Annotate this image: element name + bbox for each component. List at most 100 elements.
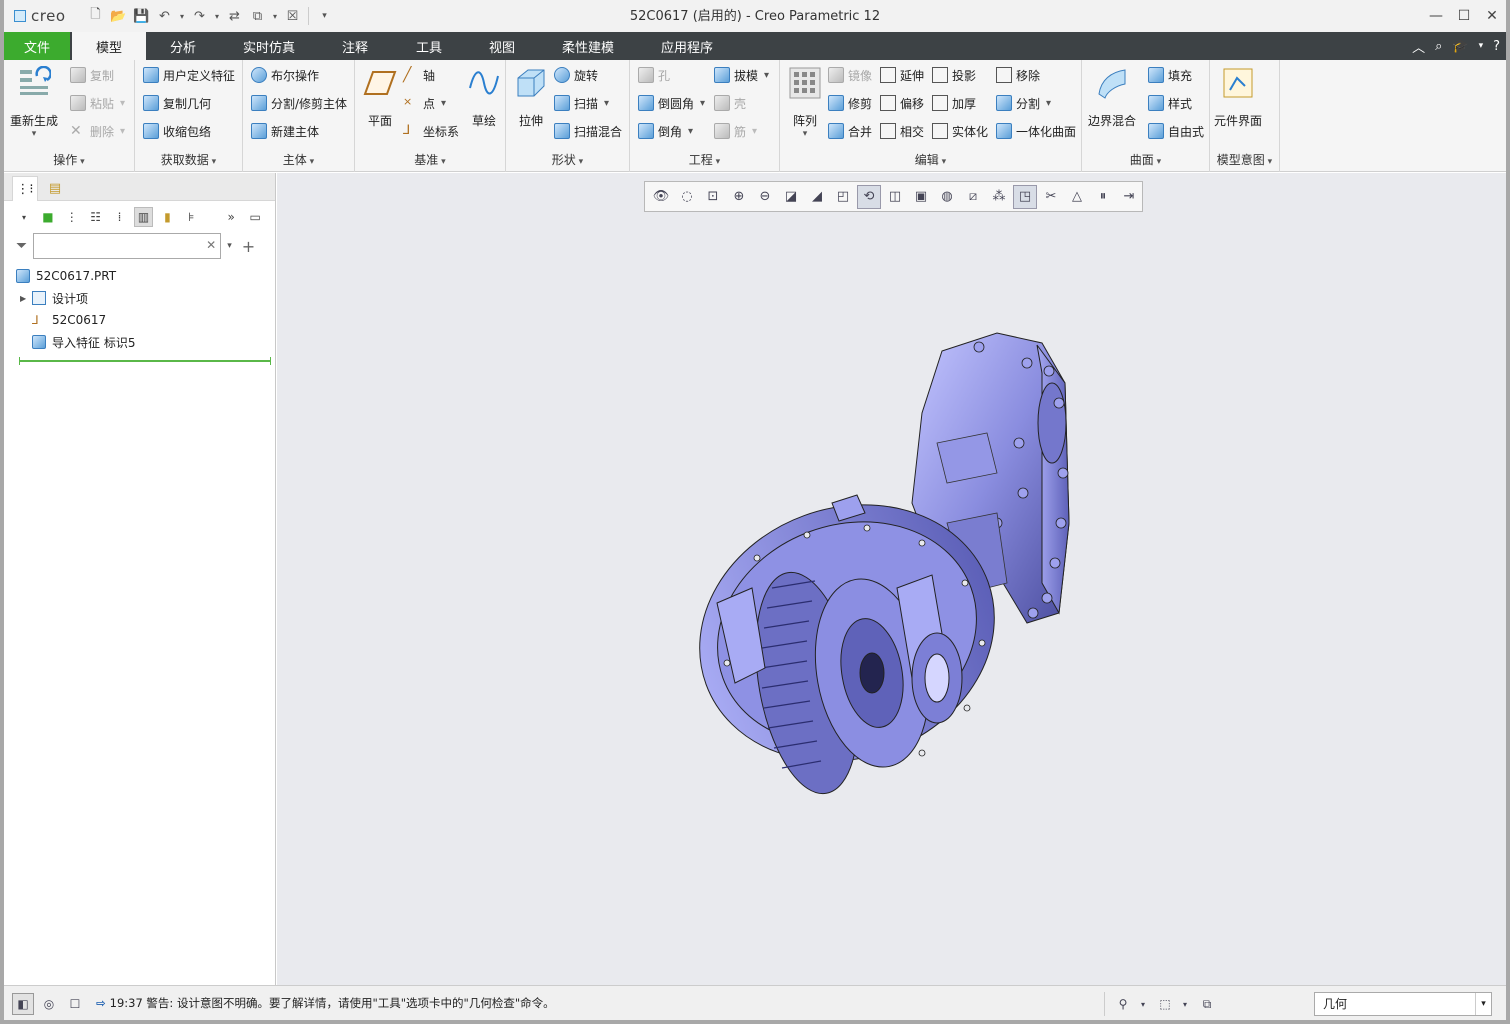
tree-item-import-feature[interactable]: 导入特征 标识5 [16, 331, 271, 353]
split-button[interactable]: 分割 [996, 92, 1051, 114]
tree-item-csys[interactable]: ⅃ 52C0617 [16, 309, 271, 331]
display-style-eye-icon[interactable]: 👁 [649, 185, 673, 209]
group-label-model-intent[interactable]: 模型意图 [1210, 151, 1279, 168]
style-button[interactable]: 样式 [1148, 92, 1192, 114]
offset-button[interactable]: 偏移 [880, 92, 924, 114]
windows-dropdown-icon[interactable]: ▾ [271, 7, 279, 26]
regenerate-dropdown-icon[interactable]: ▾ [32, 129, 37, 139]
customize-qat-icon[interactable]: ▾ [315, 7, 334, 26]
insert-here-indicator[interactable] [19, 357, 271, 365]
more-icon[interactable]: ⋮ [62, 207, 82, 227]
toggle-navigator-icon[interactable]: ◧ [12, 993, 34, 1015]
layers-icon[interactable]: ▮ [157, 207, 177, 227]
rib-button[interactable]: 筋 [714, 120, 757, 142]
chamfer-button[interactable]: 倒角 [638, 120, 693, 142]
tab-analysis[interactable]: 分析 [146, 32, 220, 60]
project-button[interactable]: 投影 [932, 64, 976, 86]
round-button[interactable]: 倒圆角 [638, 92, 705, 114]
group-label-operations[interactable]: 操作 [4, 151, 134, 168]
tree-filter-icon[interactable]: ☷ [86, 207, 106, 227]
selection-filter-select[interactable]: 几何 ▾ [1314, 992, 1492, 1016]
section-icon[interactable]: ▣ [909, 185, 933, 209]
appearance-icon[interactable]: △ [1065, 185, 1089, 209]
tab-model[interactable]: 模型 [72, 32, 146, 60]
pause-icon[interactable]: ⏸ [1091, 185, 1115, 209]
user-defined-feature-button[interactable]: 用户定义特征 [143, 64, 235, 86]
windows-icon[interactable]: ⧉ [248, 7, 267, 26]
saved-orientations-icon[interactable]: ⟲ [857, 184, 881, 209]
extrude-button[interactable]: 拉伸 [514, 66, 548, 129]
unify-surfaces-button[interactable]: 一体化曲面 [996, 120, 1076, 142]
trim-button[interactable]: 修剪 [828, 92, 872, 114]
selection-box-icon[interactable]: ⬚ [1154, 993, 1176, 1015]
group-label-datum[interactable]: 基准 [355, 151, 505, 168]
thicken-button[interactable]: 加厚 [932, 92, 976, 114]
spin-center-icon[interactable]: ◳ [1013, 184, 1037, 209]
tree-root-part[interactable]: 52C0617.PRT [16, 265, 271, 287]
filter-funnel-icon[interactable]: ⏷ [16, 238, 27, 254]
search-dropdown-icon[interactable]: ▾ [227, 241, 232, 251]
group-label-surfaces[interactable]: 曲面 [1082, 151, 1209, 168]
selected-items-icon[interactable]: ⧉ [1196, 993, 1218, 1015]
group-label-shapes[interactable]: 形状 [506, 151, 629, 168]
group-label-body[interactable]: 主体 [243, 151, 354, 168]
perspective-icon[interactable]: ◢ [805, 185, 829, 209]
model-tree-tab-icon[interactable]: ⋮⁝ [12, 176, 38, 201]
next-icon[interactable]: ⇥ [1117, 185, 1141, 209]
merge-button[interactable]: 合并 [828, 120, 872, 142]
tab-file[interactable]: 文件 [4, 32, 70, 60]
undo-icon[interactable]: ↶ [155, 7, 174, 26]
hole-button[interactable]: 孔 [638, 64, 670, 86]
tree-item-design-items[interactable]: ▶ 设计项 [16, 287, 271, 309]
shading-icon[interactable]: ◍ [935, 185, 959, 209]
minimize-icon[interactable]: — [1422, 0, 1450, 32]
pattern-button[interactable]: 阵列 ▾ [788, 66, 822, 139]
selection-dropdown-icon[interactable]: ▾ [1174, 993, 1196, 1015]
delete-button[interactable]: ✕ 删除 [70, 120, 125, 142]
new-file-icon[interactable]: 🗋 [86, 7, 105, 26]
tab-annotate[interactable]: 注释 [318, 32, 392, 60]
new-body-button[interactable]: 新建主体 [251, 120, 319, 142]
regenerate-button[interactable]: 重新生成 ▾ [10, 66, 58, 139]
component-interface-button[interactable]: 元件界面 [1214, 66, 1262, 129]
folder-browser-tab-icon[interactable]: ▤ [42, 176, 68, 201]
maximize-icon[interactable]: ☐ [1450, 0, 1478, 32]
zoom-out-icon[interactable]: ⊖ [753, 185, 777, 209]
3d-model-differential[interactable] [697, 323, 1117, 803]
collapse-ribbon-icon[interactable]: ︿ [1412, 37, 1425, 56]
csys-button[interactable]: ⅃ 坐标系 [403, 120, 459, 142]
find-dropdown-icon[interactable]: ▾ [1132, 993, 1154, 1015]
sketch-button[interactable]: 草绘 [467, 66, 501, 129]
redo-dropdown-icon[interactable]: ▾ [213, 7, 221, 26]
move-button[interactable]: 移除 [996, 64, 1040, 86]
copy-button[interactable]: 复制 [70, 64, 114, 86]
solidify-button[interactable]: 实体化 [932, 120, 988, 142]
annotation-display-icon[interactable]: ⁂ [987, 185, 1011, 209]
boundary-blend-button[interactable]: 边界混合 [1088, 66, 1136, 129]
graphics-window[interactable]: 👁 ◌ ⊡ ⊕ ⊖ ◪ ◢ ◰ ⟲ ◫ ▣ ◍ ⧄ ⁂ ◳ ✂ △ ⏸ ⇥ [277, 173, 1506, 985]
mirror-button[interactable]: 镜像 [828, 64, 872, 86]
browser-icon[interactable]: ◎ [38, 993, 60, 1015]
shrinkwrap-button[interactable]: 收缩包络 [143, 120, 211, 142]
open-file-icon[interactable]: 📂 [109, 7, 128, 26]
tree-settings-icon[interactable]: ⊧ [181, 207, 201, 227]
show-icon[interactable]: ⁞ [110, 207, 130, 227]
tab-tools[interactable]: 工具 [392, 32, 466, 60]
boolean-button[interactable]: 布尔操作 [251, 64, 319, 86]
copy-geometry-button[interactable]: 复制几何 [143, 92, 211, 114]
redo-icon[interactable]: ↷ [190, 7, 209, 26]
view-manager-icon[interactable]: ◫ [883, 185, 907, 209]
learning-icon[interactable]: 🎓 [1452, 39, 1468, 54]
intersect-button[interactable]: 相交 [880, 120, 924, 142]
columns-icon[interactable]: ▥ [133, 207, 154, 227]
revolve-button[interactable]: 旋转 [554, 64, 598, 86]
repaint-icon[interactable]: ◪ [779, 185, 803, 209]
search-icon[interactable]: ⌕ [1435, 39, 1442, 54]
datum-display-icon[interactable]: ⧄ [961, 185, 985, 209]
freestyle-button[interactable]: 自由式 [1148, 120, 1204, 142]
close-window-icon[interactable]: ☒ [283, 7, 302, 26]
save-icon[interactable]: 💾 [132, 7, 151, 26]
settings-dropdown-icon[interactable]: ▾ [14, 207, 34, 227]
options-dropdown-icon[interactable]: ▾ [1479, 41, 1484, 51]
find-icon[interactable]: ⚲ [1112, 993, 1134, 1015]
